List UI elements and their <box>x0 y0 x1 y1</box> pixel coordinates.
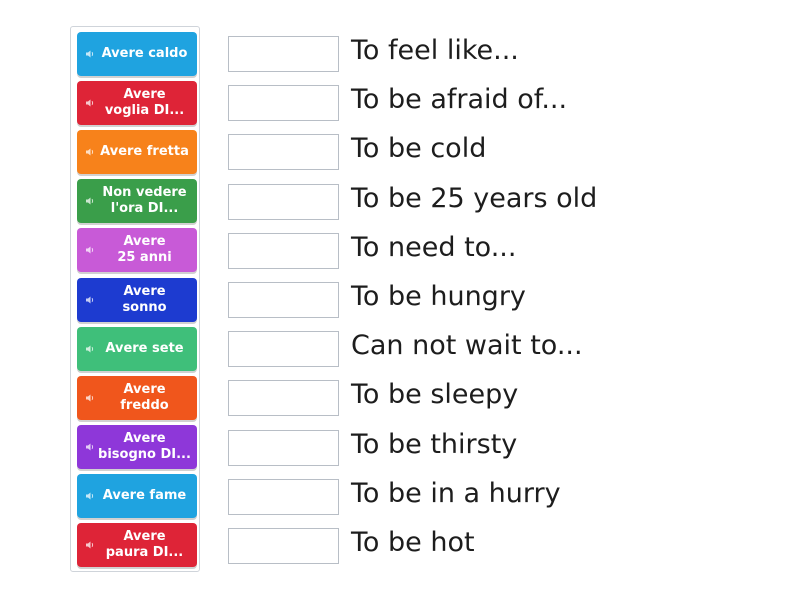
drop-slot[interactable] <box>228 380 339 417</box>
definition-text: To be 25 years old <box>351 182 598 214</box>
tile-label: Avere bisogno DI... <box>98 430 191 462</box>
answer-tile[interactable]: Avere sete <box>77 326 197 371</box>
drop-slot[interactable] <box>228 232 339 269</box>
definition-text: To be afraid of... <box>351 84 568 116</box>
tile-label: Avere freddo <box>120 381 169 413</box>
definition-text: To be thirsty <box>351 428 518 460</box>
definition-text: To feel like... <box>351 35 519 66</box>
speaker-icon[interactable] <box>84 244 96 256</box>
speaker-icon[interactable] <box>84 392 96 404</box>
answer-tile[interactable]: Avere bisogno DI... <box>77 424 197 469</box>
drop-slot[interactable] <box>228 528 339 564</box>
speaker-icon[interactable] <box>84 490 96 502</box>
speaker-icon[interactable] <box>84 441 96 453</box>
definition-text: To be in a hurry <box>351 477 561 509</box>
speaker-icon[interactable] <box>84 48 96 60</box>
answer-tile[interactable]: Avere freddo <box>77 375 197 420</box>
drop-slot[interactable] <box>228 282 339 318</box>
tile-label: Avere voglia DI... <box>104 87 185 119</box>
speaker-icon[interactable] <box>84 294 96 306</box>
answer-tile[interactable]: Avere 25 anni <box>77 228 197 273</box>
speaker-icon[interactable] <box>84 539 96 551</box>
drop-slot[interactable] <box>228 85 339 122</box>
tile-label: Avere fame <box>102 487 187 503</box>
definition-text: Can not wait to... <box>351 330 583 362</box>
speaker-icon[interactable] <box>84 343 96 355</box>
drop-slot[interactable] <box>228 183 339 220</box>
speaker-icon[interactable] <box>84 195 96 207</box>
tile-label: Avere fretta <box>100 144 189 160</box>
answer-tile[interactable]: Non vedere l'ora DI... <box>77 179 197 224</box>
answer-tile[interactable]: Avere sonno <box>77 277 197 322</box>
answer-tile[interactable]: Avere fretta <box>77 130 197 175</box>
answer-tile[interactable]: Avere voglia DI... <box>77 81 197 126</box>
match-up-activity: Avere caldo Avere voglia DI... Avere frett… <box>0 0 800 600</box>
tile-label: Avere sete <box>105 340 184 356</box>
definition-text: To be sleepy <box>351 379 519 411</box>
tile-tray: Avere caldo Avere voglia DI... Avere frett… <box>70 26 200 572</box>
tile-label: Avere paura DI... <box>105 529 184 560</box>
answer-tile[interactable]: Avere caldo <box>77 32 197 76</box>
definition-text: To be hot <box>351 527 475 558</box>
answer-tile[interactable]: Avere fame <box>77 473 197 518</box>
definition-text: To need to... <box>351 231 517 263</box>
drop-slot[interactable] <box>228 331 339 368</box>
drop-slot[interactable] <box>228 134 339 171</box>
speaker-icon[interactable] <box>84 146 96 158</box>
definition-text: To be hungry <box>351 281 526 312</box>
tile-label: Avere sonno <box>122 283 167 315</box>
tile-label: Non vedere l'ora DI... <box>102 185 187 217</box>
answer-tile[interactable]: Avere paura DI... <box>77 523 197 567</box>
drop-slot[interactable] <box>228 478 339 515</box>
speaker-icon[interactable] <box>84 97 96 109</box>
tile-label: Avere caldo <box>101 46 188 61</box>
definition-text: To be cold <box>351 133 487 165</box>
drop-slot[interactable] <box>228 429 339 466</box>
drop-slot[interactable] <box>228 36 339 72</box>
tile-label: Avere 25 anni <box>117 234 172 266</box>
